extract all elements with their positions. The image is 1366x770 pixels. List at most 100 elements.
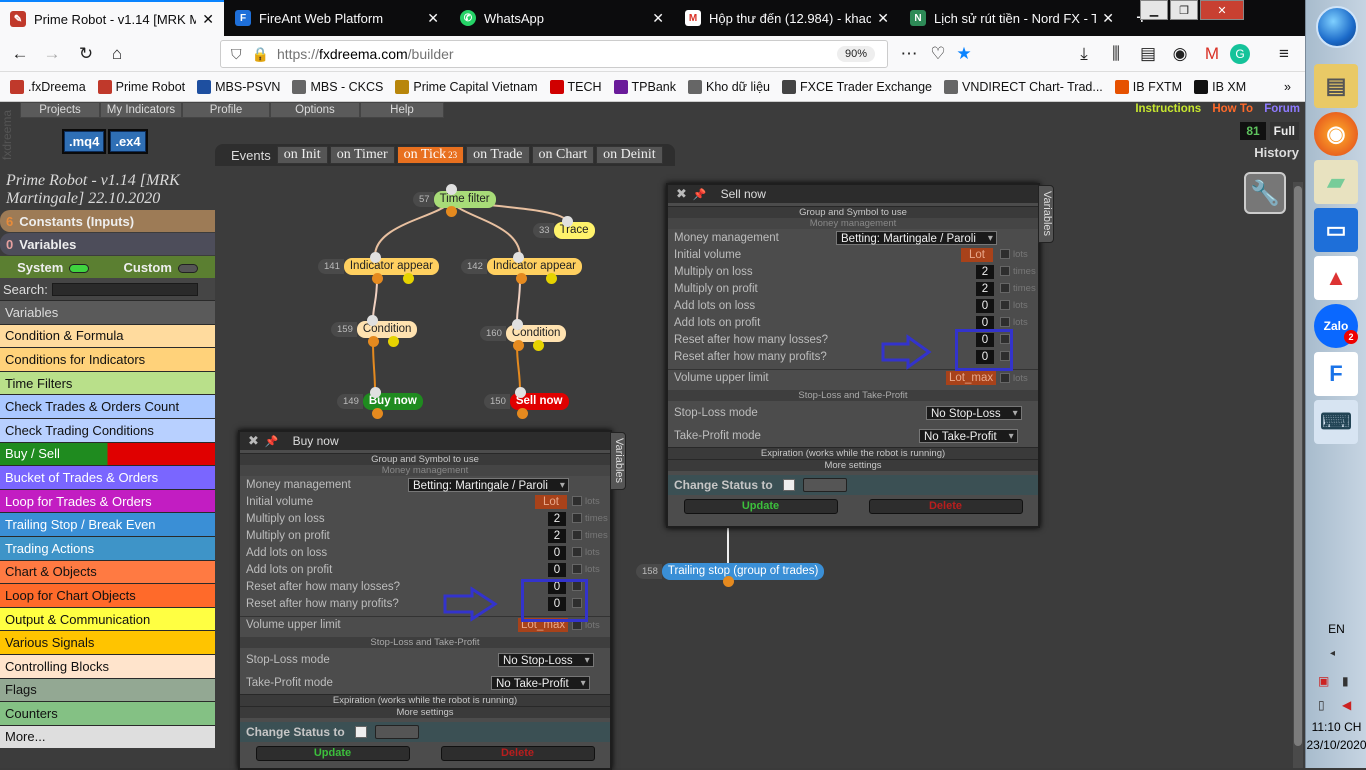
bookmark-star-icon[interactable]: ★ [952,42,976,66]
category-item[interactable]: Output & Communication [0,606,215,631]
system-clock[interactable]: 11:10 CH 23/10/2020 [1306,718,1366,754]
input-pin[interactable] [370,387,381,398]
window-close-button[interactable]: ✕ [1200,0,1244,20]
output-pin[interactable] [388,336,399,347]
chevron-up-icon[interactable]: ◂ [1330,648,1335,659]
close-icon[interactable]: ✖ [248,433,259,449]
bookmark-item[interactable]: IB FXTM [1114,79,1182,94]
menu-projects[interactable]: Projects [20,102,100,118]
take-profit-select[interactable]: No Take-Profit [491,675,590,691]
scrollbar-thumb[interactable] [1294,186,1302,746]
money-management-select[interactable]: Betting: Martingale / Paroli [836,230,997,246]
file-explorer-icon[interactable]: ▤ [1314,64,1358,108]
constants-section[interactable]: 6 Constants (Inputs) [0,210,215,232]
forum-link[interactable]: Forum [1264,103,1300,115]
remote-desktop-icon[interactable]: ▭ [1314,208,1358,252]
bookmark-item[interactable]: TECH [549,79,602,94]
add-lots-profit-field[interactable]: 0 [976,315,994,330]
close-icon[interactable]: ✕ [652,10,664,27]
category-item[interactable]: Buy / Sell [0,441,215,466]
add-lots-loss-field[interactable]: 0 [976,298,994,313]
bookmark-item[interactable]: Prime Capital Vietnam [395,79,538,94]
language-indicator[interactable]: EN [1306,622,1366,636]
expiration-header[interactable]: Expiration (works while the robot is run… [240,694,610,706]
checkbox[interactable] [572,496,582,506]
bookmark-item[interactable]: IB XM [1194,79,1246,94]
node-condition-160[interactable]: 160 Condition [480,325,567,342]
menu-help[interactable]: Help [360,102,444,118]
category-item[interactable]: Variables [0,300,215,324]
category-item[interactable]: Loop for Trades & Orders [0,488,215,513]
minimize-button[interactable]: ▁ [1140,0,1168,20]
bookmark-item[interactable]: .fxDreema [10,79,86,94]
output-pin[interactable] [546,273,557,284]
bookmark-item[interactable]: VNDIRECT Chart- Trad... [944,79,1103,94]
output-pin[interactable] [533,340,544,351]
update-button[interactable]: Update [683,498,838,514]
delete-button[interactable]: Delete [868,498,1023,514]
checkbox[interactable] [1000,266,1010,276]
input-pin[interactable] [515,387,526,398]
close-icon[interactable]: ✕ [427,10,439,27]
node-sell-now[interactable]: 150 Sell now [484,393,569,410]
sl-tp-header[interactable]: Stop-Loss and Take-Profit [240,637,610,648]
battery-icon[interactable]: ▯ [1318,698,1325,712]
library-icon[interactable]: ⫼ [1104,42,1128,66]
volume-upper-field[interactable]: Lot_max [946,371,997,385]
checkbox[interactable] [572,530,582,540]
canvas-scrollbar[interactable] [1293,182,1303,768]
firefox-icon[interactable]: ◉ [1314,112,1358,156]
category-item[interactable]: Counters [0,701,215,725]
pin-icon[interactable]: 📌 [693,188,707,201]
status-input[interactable] [802,478,847,492]
bookmark-item[interactable]: MBS-PSVN [197,79,280,94]
bookmark-item[interactable]: TPBank [613,79,676,94]
category-item[interactable]: Check Trading Conditions [0,417,215,442]
category-item[interactable]: Various Signals [0,630,215,654]
multiply-profit-field[interactable]: 2 [976,281,994,296]
gmail-ext-icon[interactable]: M [1200,42,1224,66]
restore-button[interactable]: ❐ [1170,0,1198,20]
checkbox[interactable] [1000,300,1010,310]
status-input[interactable] [374,725,419,739]
update-button[interactable]: Update [255,745,410,761]
input-pin[interactable] [512,319,523,330]
reload-icon[interactable]: ↻ [74,42,98,66]
grammarly-icon[interactable]: G [1230,44,1250,64]
pin-icon[interactable]: 📌 [265,435,279,448]
input-pin[interactable] [446,184,457,195]
ex4-button[interactable]: .ex4 [110,131,146,152]
expiration-header[interactable]: Expiration (works while the robot is run… [668,447,1038,459]
browser-tab-gmail[interactable]: M Hộp thư đến (12.984) - khacdie ✕ [675,0,899,36]
tab-on-tick[interactable]: on Tick 23 [396,146,465,164]
download-icon[interactable]: ⤓ [1072,42,1096,66]
category-item[interactable]: More... [0,724,215,749]
tab-on-deinit[interactable]: on Deinit [596,146,663,164]
menu-my-indicators[interactable]: My Indicators [100,102,182,118]
tab-on-timer[interactable]: on Timer [329,146,395,164]
input-pin[interactable] [513,252,524,263]
account-icon[interactable]: ◉ [1168,42,1192,66]
checkbox[interactable] [1000,317,1010,327]
more-settings-header[interactable]: More settings [240,706,610,718]
output-pin[interactable] [517,408,528,419]
money-management-select[interactable]: Betting: Martingale / Paroli [408,477,569,493]
category-item[interactable]: Chart & Objects [0,559,215,584]
tab-on-init[interactable]: on Init [276,146,328,164]
close-icon[interactable]: ✕ [202,11,214,28]
more-settings-header[interactable]: More settings [668,459,1038,471]
delete-button[interactable]: Delete [440,745,595,761]
home-icon[interactable]: ⌂ [105,42,129,66]
status-checkbox[interactable] [782,479,795,491]
instructions-link[interactable]: Instructions [1135,103,1201,115]
output-pin[interactable] [446,206,457,217]
mq4-button[interactable]: .mq4 [64,131,105,152]
output-pin[interactable] [368,336,379,347]
input-pin[interactable] [562,216,573,227]
initial-volume-field[interactable]: Lot [961,247,993,262]
sidebar-icon[interactable]: ▤ [1136,42,1160,66]
input-pin[interactable] [367,315,378,326]
add-lots-profit-field[interactable]: 0 [548,562,566,577]
output-pin[interactable] [723,576,734,587]
group-symbol-header[interactable]: Group and Symbol to use [668,206,1038,218]
